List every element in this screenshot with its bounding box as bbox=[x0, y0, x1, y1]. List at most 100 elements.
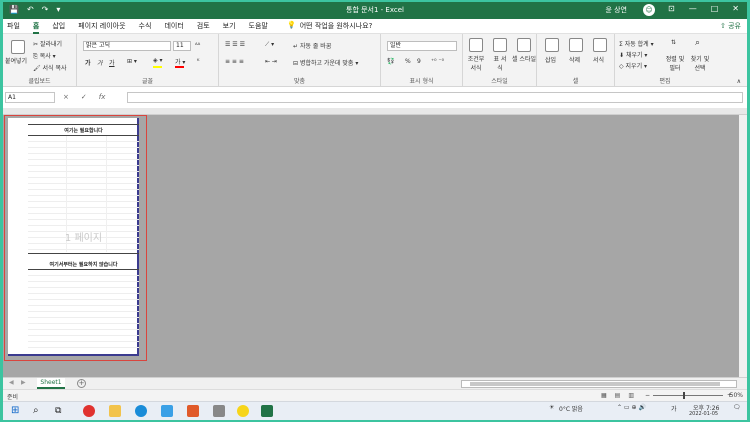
underline-button[interactable]: 가 bbox=[109, 58, 115, 67]
app-icon[interactable] bbox=[187, 405, 199, 417]
tab-formulas[interactable]: 수식 bbox=[139, 21, 152, 34]
align-left-icon[interactable]: ≡ ≡ ≡ bbox=[225, 58, 244, 65]
align-top-icon[interactable]: ☰ ☰ ☰ bbox=[225, 41, 245, 48]
italic-button[interactable]: 가 bbox=[97, 58, 103, 67]
horizontal-scrollbar[interactable] bbox=[461, 380, 737, 388]
task-view-icon[interactable]: ⧉ bbox=[55, 405, 67, 417]
zoom-slider[interactable] bbox=[653, 395, 723, 396]
tab-file[interactable]: 파일 bbox=[7, 21, 20, 34]
tell-me-search[interactable]: 💡 어떤 작업을 원하시나요? bbox=[287, 21, 372, 31]
zoom-out-icon[interactable]: − bbox=[645, 392, 650, 399]
cell-styles-icon[interactable] bbox=[517, 38, 531, 52]
conditional-format-button[interactable]: 조건부 서식 bbox=[465, 54, 487, 72]
page-break-view-icon[interactable]: ▥ bbox=[628, 392, 634, 399]
close-icon[interactable]: ✕ bbox=[732, 4, 739, 13]
maximize-icon[interactable]: □ bbox=[711, 4, 719, 13]
border-button[interactable]: ⊞ ▾ bbox=[127, 58, 137, 65]
input-language[interactable]: 가 bbox=[671, 404, 677, 413]
insert-function-icon[interactable]: fx bbox=[99, 93, 106, 101]
zoom-level[interactable]: 50% bbox=[730, 392, 743, 399]
clock-date[interactable]: 2022-01-05 bbox=[689, 411, 718, 417]
collapse-ribbon-icon[interactable]: ∧ bbox=[737, 78, 741, 85]
format-cells-icon[interactable] bbox=[593, 38, 607, 52]
insert-cells-button[interactable]: 삽입 bbox=[545, 55, 556, 64]
conditional-format-icon[interactable] bbox=[469, 38, 483, 52]
decimal-icon[interactable]: ⁺⁰ ⁻⁰ bbox=[431, 58, 444, 65]
number-format-select[interactable]: 일반 bbox=[387, 41, 457, 51]
sort-filter-button[interactable]: 정렬 및 필터 bbox=[665, 54, 685, 72]
minimize-icon[interactable]: — bbox=[689, 4, 697, 13]
user-name[interactable]: 윤 상연 bbox=[605, 5, 627, 15]
font-name-select[interactable]: 맑은 고딕 bbox=[83, 41, 171, 51]
avatar[interactable]: ☺ bbox=[643, 4, 655, 16]
share-button[interactable]: ⇧ 공유 bbox=[720, 21, 741, 31]
tray-icons[interactable]: ⌃ ▭ ⊕ 🔊 bbox=[617, 404, 646, 411]
worksheet-area[interactable]: 여기는 필요합니다 1 페이지 여기서부터는 필요하지 않습니다 bbox=[3, 115, 747, 377]
comma-button[interactable]: 9 bbox=[417, 58, 421, 65]
paste-icon[interactable] bbox=[11, 40, 25, 54]
app-icon[interactable] bbox=[213, 405, 225, 417]
store-icon[interactable] bbox=[161, 405, 173, 417]
bold-button[interactable]: 가 bbox=[85, 58, 91, 67]
tab-data[interactable]: 데이터 bbox=[164, 21, 183, 34]
indent-icon[interactable]: ⇤ ⇥ bbox=[265, 58, 277, 65]
kakaotalk-icon[interactable] bbox=[237, 405, 249, 417]
percent-button[interactable]: % bbox=[405, 58, 411, 65]
zoom-slider-handle[interactable] bbox=[683, 392, 685, 399]
grow-font-button[interactable]: ᴬᴬ bbox=[195, 42, 200, 49]
tab-home[interactable]: 홈 bbox=[32, 21, 40, 34]
format-painter-button[interactable]: 🖌 서식 복사 bbox=[33, 63, 67, 72]
name-box[interactable]: A1 bbox=[5, 92, 55, 103]
font-size-select[interactable]: 11 bbox=[173, 41, 191, 51]
next-sheet-icon[interactable]: ▶ bbox=[21, 379, 26, 386]
find-select-icon[interactable]: ⌕ bbox=[695, 38, 700, 48]
table-format-button[interactable]: 표 서식 bbox=[491, 54, 509, 72]
tab-page-layout[interactable]: 페이지 레이아웃 bbox=[78, 21, 125, 34]
file-explorer-icon[interactable] bbox=[109, 405, 121, 417]
fill-color-button[interactable]: ◈ ▾ bbox=[153, 57, 163, 64]
search-icon[interactable]: ⌕ bbox=[33, 405, 45, 417]
merge-center-button[interactable]: ⊟ 병합하고 가운데 맞춤 ▾ bbox=[293, 58, 358, 67]
enter-icon[interactable]: ✓ bbox=[81, 93, 87, 101]
table-format-icon[interactable] bbox=[493, 38, 507, 52]
ribbon-display-icon[interactable]: ⊡ bbox=[668, 4, 675, 13]
windows-start-icon[interactable]: ⊞ bbox=[11, 405, 23, 417]
excel-window: 💾 ↶ ↷ ▾ 통합 문서1 - Excel 윤 상연 ☺ ⊡ — □ ✕ 파일… bbox=[3, 2, 747, 420]
edge-icon[interactable] bbox=[135, 405, 147, 417]
paste-button[interactable]: 붙여넣기 bbox=[5, 56, 27, 65]
phonetic-button[interactable]: ᴷ bbox=[197, 58, 199, 65]
page-layout-view-icon[interactable]: ▤ bbox=[615, 392, 621, 399]
tab-view[interactable]: 보기 bbox=[223, 21, 236, 34]
tab-help[interactable]: 도움말 bbox=[249, 21, 268, 34]
insert-cells-icon[interactable] bbox=[545, 38, 559, 52]
prev-sheet-icon[interactable]: ◀ bbox=[9, 379, 14, 386]
find-select-button[interactable]: 찾기 및 선택 bbox=[688, 54, 712, 72]
sheet-tab-sheet1[interactable]: Sheet1 bbox=[37, 378, 65, 389]
cancel-icon[interactable]: × bbox=[63, 93, 69, 101]
format-cells-button[interactable]: 서식 bbox=[593, 55, 604, 64]
chrome-icon[interactable] bbox=[83, 405, 95, 417]
weather-text[interactable]: 0°C 맑음 bbox=[559, 404, 583, 413]
sort-filter-icon[interactable]: ⇅ bbox=[671, 39, 676, 46]
copy-button[interactable]: ⎘ 복사 ▾ bbox=[33, 51, 56, 61]
fill-button[interactable]: ⬇ 채우기 ▾ bbox=[619, 50, 647, 59]
tab-review[interactable]: 검토 bbox=[197, 21, 210, 34]
font-color-button[interactable]: 가 ▾ bbox=[175, 57, 185, 66]
notification-icon[interactable]: 🗨 bbox=[733, 404, 741, 411]
delete-cells-button[interactable]: 삭제 bbox=[569, 55, 580, 64]
delete-cells-icon[interactable] bbox=[569, 38, 583, 52]
autosum-button[interactable]: Σ 자동 합계 ▾ bbox=[619, 39, 654, 48]
tab-insert[interactable]: 삽입 bbox=[52, 21, 65, 34]
clear-button[interactable]: ◇ 지우기 ▾ bbox=[619, 61, 647, 70]
wrap-text-button[interactable]: ↵ 자동 줄 바꿈 bbox=[293, 41, 331, 50]
formula-input[interactable] bbox=[127, 92, 743, 103]
scroll-thumb[interactable] bbox=[470, 382, 720, 386]
cut-button[interactable]: ✂ 잘라내기 bbox=[33, 39, 62, 48]
add-sheet-icon[interactable]: + bbox=[77, 379, 86, 388]
currency-icon[interactable]: 💱 bbox=[387, 58, 394, 65]
excel-taskbar-icon[interactable] bbox=[261, 405, 273, 417]
normal-view-icon[interactable]: ▦ bbox=[601, 392, 607, 399]
orientation-icon[interactable]: ⟋ ▾ bbox=[265, 41, 274, 49]
cell-styles-button[interactable]: 셀 스타일 bbox=[512, 54, 536, 63]
vertical-scrollbar[interactable] bbox=[739, 115, 747, 377]
